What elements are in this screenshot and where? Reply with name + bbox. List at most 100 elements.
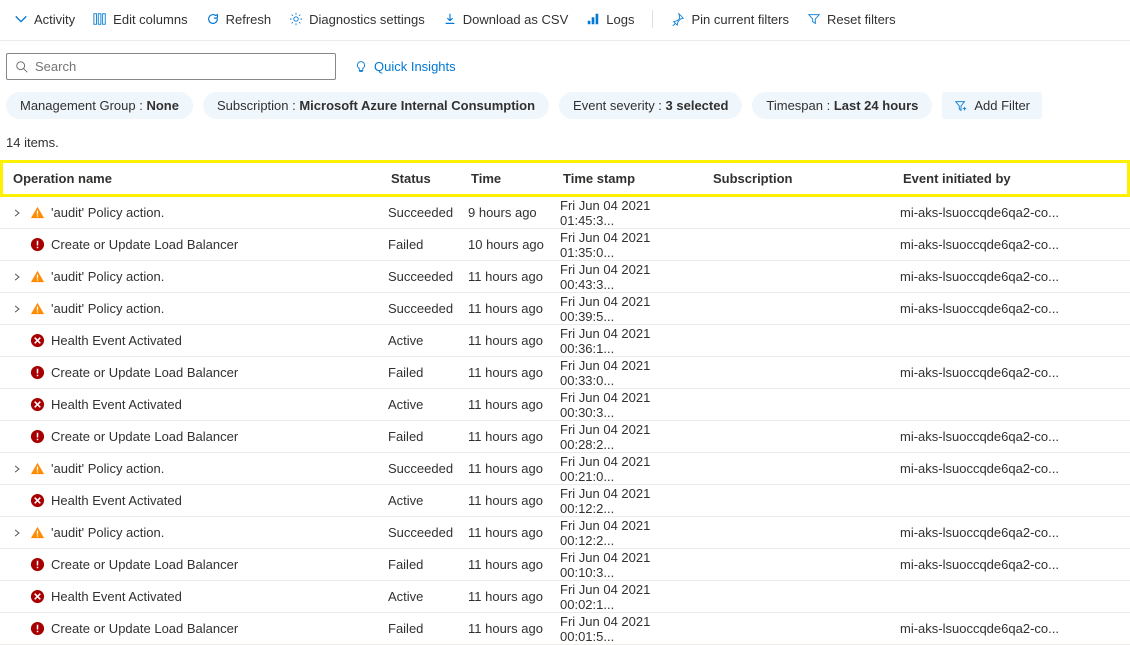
time-cell: 11 hours ago [460,397,552,412]
filter-subscription[interactable]: Subscription : Microsoft Azure Internal … [203,92,549,119]
filter-event-severity[interactable]: Event severity : 3 selected [559,92,742,119]
add-filter-button[interactable]: Add Filter [942,92,1042,119]
refresh-label: Refresh [226,12,272,27]
initiated-by-cell: mi-aks-lsuoccqde6qa2-co... [892,205,1130,220]
table-row[interactable]: Create or Update Load Balancer Failed11 h… [0,421,1130,453]
status-cell: Failed [380,621,460,636]
time-cell: 11 hours ago [460,429,552,444]
warning-icon [30,525,45,540]
columns-icon [93,12,107,26]
search-row: Quick Insights [0,41,1130,92]
expand-icon[interactable] [10,464,24,474]
critical-icon [30,589,45,604]
operation-name: Health Event Activated [51,397,182,412]
table-row[interactable]: Health Event ActivatedActive11 hours ago… [0,485,1130,517]
operation-name: 'audit' Policy action. [51,301,164,316]
table-row[interactable]: Create or Update Load BalancerFailed10 h… [0,229,1130,261]
table-body: 'audit' Policy action. Succeeded 9 hours a… [0,197,1130,645]
table-row[interactable]: Health Event ActivatedActive11 hours ago… [0,325,1130,357]
logs-button[interactable]: Logs [586,12,634,27]
table-row[interactable]: Create or Update Load BalancerFailed11 h… [0,357,1130,389]
timestamp-cell: Fri Jun 04 2021 00:39:5... [552,294,702,324]
critical-icon [30,493,45,508]
time-cell: 11 hours ago [460,589,552,604]
operation-name: Create or Update Load Balancer [51,557,238,572]
timestamp-cell: Fri Jun 04 2021 00:30:3... [552,390,702,420]
initiated-by-cell: mi-aks-lsuoccqde6qa2-co... [892,365,1130,380]
error-icon [30,429,45,444]
toolbar: Activity Edit columns Refresh Diagnostic… [0,0,1130,41]
expand-icon[interactable] [10,272,24,282]
col-subscription[interactable]: Subscription [705,171,895,186]
edit-columns-button[interactable]: Edit columns [93,12,187,27]
search-box[interactable] [6,53,336,80]
status-cell: Succeeded [380,301,460,316]
table-row[interactable]: Create or Update Load BalancerFailed11 h… [0,613,1130,645]
search-input[interactable] [35,59,327,74]
download-icon [443,12,457,26]
error-icon [30,557,45,572]
reset-label: Reset filters [827,12,896,27]
pin-label: Pin current filters [691,12,789,27]
table-row[interactable]: Health Event ActivatedActive11 hours ago… [0,389,1130,421]
table-row[interactable]: 'audit' Policy action.Succeeded11 hours … [0,453,1130,485]
quick-insights-label: Quick Insights [374,59,456,74]
filter-reset-icon [807,12,821,26]
time-cell: 11 hours ago [460,269,552,284]
timestamp-cell: Fri Jun 04 2021 00:21:0... [552,454,702,484]
reset-button[interactable]: Reset filters [807,12,896,27]
time-cell: 9 hours ago [460,205,552,220]
timestamp-cell: Fri Jun 04 2021 00:10:3... [552,550,702,580]
timestamp-cell: Fri Jun 04 2021 00:12:2... [552,518,702,548]
time-cell: 11 hours ago [460,365,552,380]
timestamp-cell: Fri Jun 04 2021 00:36:1... [552,326,702,356]
logs-label: Logs [606,12,634,27]
operation-name: 'audit' Policy action. [51,461,164,476]
initiated-by-cell: mi-aks-lsuoccqde6qa2-co... [892,525,1130,540]
col-timestamp[interactable]: Time stamp [555,171,705,186]
table-row[interactable]: 'audit' Policy action.Succeeded11 hours … [0,293,1130,325]
add-filter-label: Add Filter [974,98,1030,113]
expand-icon[interactable] [10,208,24,218]
refresh-button[interactable]: Refresh [206,12,272,27]
time-cell: 11 hours ago [460,333,552,348]
table-row[interactable]: 'audit' Policy action.Succeeded11 hours … [0,517,1130,549]
filter-timespan[interactable]: Timespan : Last 24 hours [752,92,932,119]
operation-name: Health Event Activated [51,589,182,604]
expand-icon[interactable] [10,304,24,314]
operation-name: Create or Update Load Balancer [51,429,238,444]
operation-name: Health Event Activated [51,493,182,508]
status-cell: Active [380,589,460,604]
status-cell: Failed [380,557,460,572]
col-initiated-by[interactable]: Event initiated by [895,171,1127,186]
table-row[interactable]: Create or Update Load BalancerFailed11 h… [0,549,1130,581]
col-operation[interactable]: Operation name [3,171,383,186]
time-cell: 10 hours ago [460,237,552,252]
timestamp-cell: Fri Jun 04 2021 00:12:2... [552,486,702,516]
download-button[interactable]: Download as CSV [443,12,569,27]
edit-columns-label: Edit columns [113,12,187,27]
gear-icon [289,12,303,26]
filter-management-group[interactable]: Management Group : None [6,92,193,119]
status-cell: Succeeded [380,269,460,284]
table-row[interactable]: Health Event Activated Active11 hours ago… [0,581,1130,613]
operation-name: Create or Update Load Balancer [51,621,238,636]
table-row[interactable]: 'audit' Policy action.Succeeded11 hours … [0,261,1130,293]
chevron-down-icon [14,12,28,26]
timestamp-cell: Fri Jun 04 2021 00:02:1... [552,582,702,612]
pin-button[interactable]: Pin current filters [671,12,789,27]
filter-bar: Management Group : None Subscription : M… [0,92,1130,129]
operation-name: Health Event Activated [51,333,182,348]
status-cell: Failed [380,429,460,444]
expand-icon[interactable] [10,528,24,538]
search-icon [15,60,29,74]
diagnostics-button[interactable]: Diagnostics settings [289,12,425,27]
quick-insights-button[interactable]: Quick Insights [354,59,456,74]
table-header: Operation name Status Time Time stamp Su… [0,160,1130,197]
time-cell: 11 hours ago [460,525,552,540]
table-row[interactable]: 'audit' Policy action.Succeeded9 hours a… [0,197,1130,229]
diagnostics-label: Diagnostics settings [309,12,425,27]
col-time[interactable]: Time [463,171,555,186]
col-status[interactable]: Status [383,171,463,186]
activity-button[interactable]: Activity [14,12,75,27]
